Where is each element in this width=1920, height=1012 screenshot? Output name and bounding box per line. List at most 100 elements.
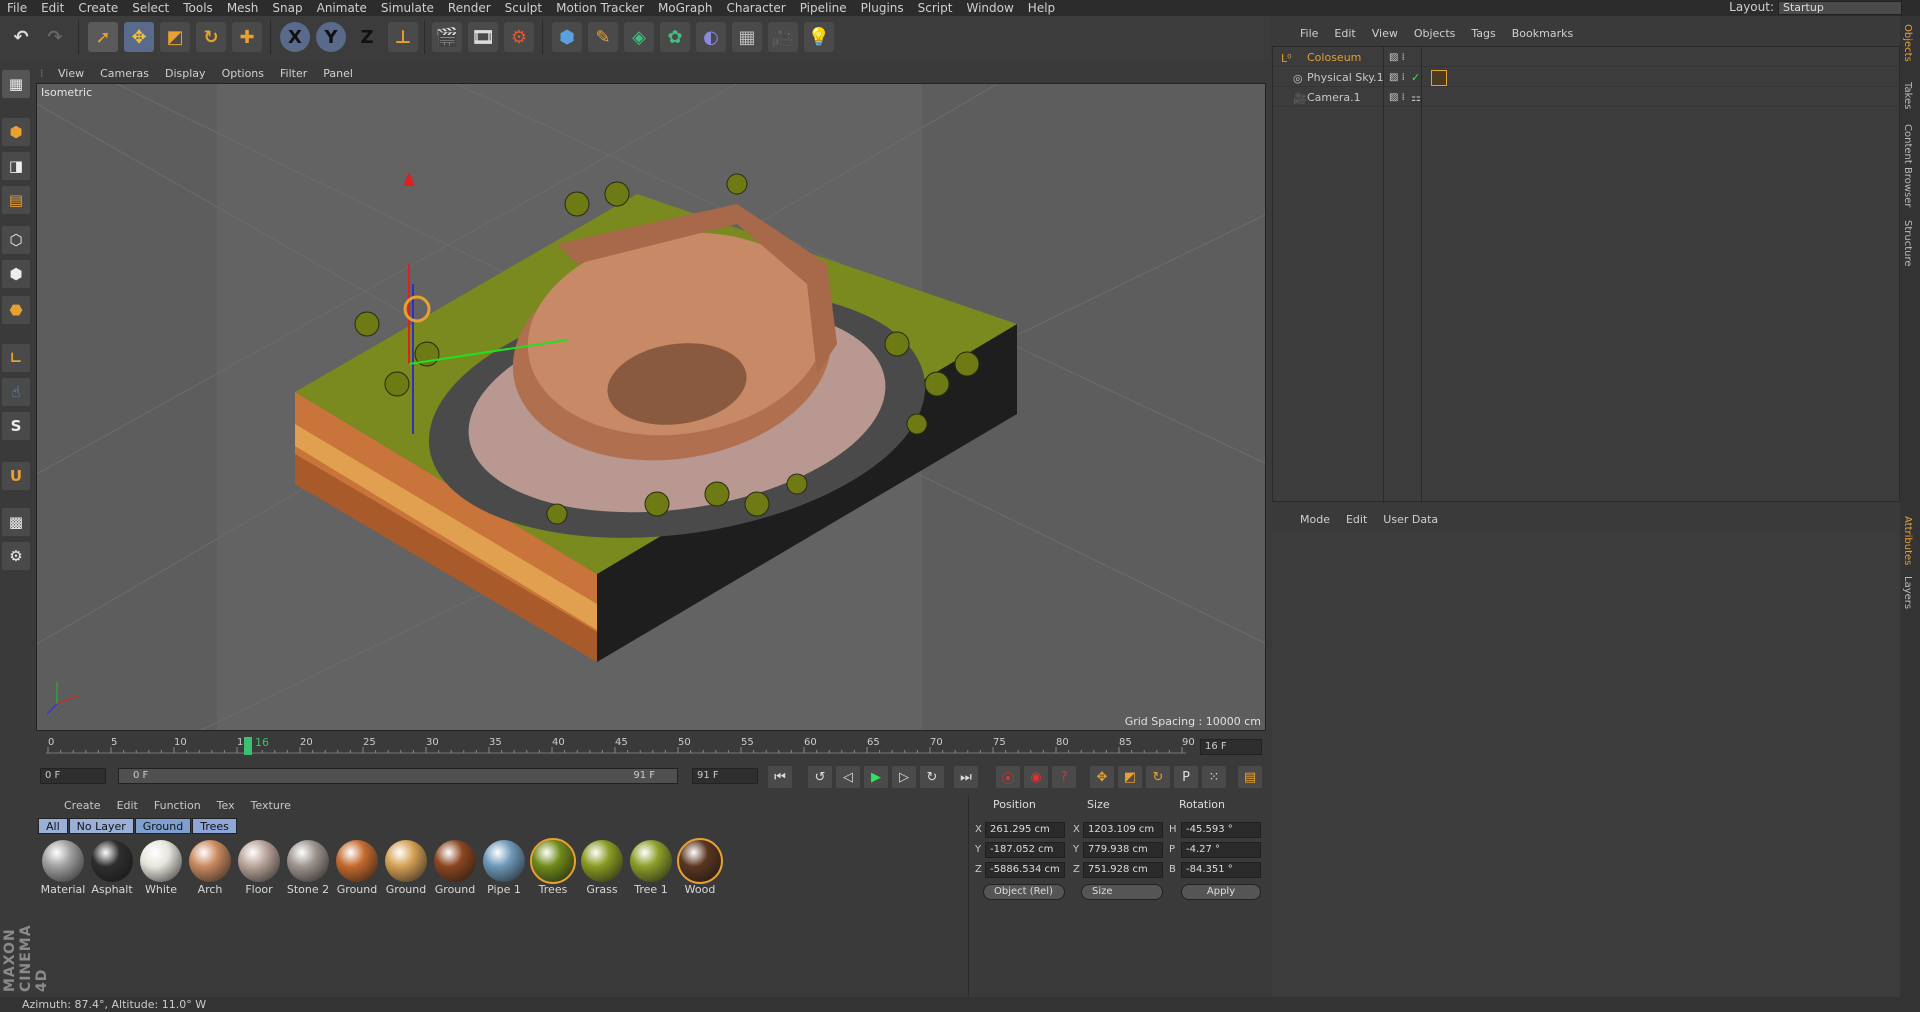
size-y-field[interactable]: 779.938 cm	[1083, 842, 1163, 858]
next-frame-icon[interactable]: ▷	[892, 766, 916, 788]
start-frame-field[interactable]: 0 F	[40, 768, 106, 784]
snap-icon[interactable]: U	[2, 462, 30, 490]
material-filter-trees[interactable]: Trees	[192, 818, 237, 834]
material-swatch[interactable]: Grass	[579, 838, 625, 898]
undo-icon[interactable]: ↶	[6, 22, 36, 52]
sky-tag-icon[interactable]	[1431, 70, 1447, 86]
material-menu-edit[interactable]: Edit	[109, 799, 146, 812]
object-menu-objects[interactable]: Objects	[1406, 27, 1464, 40]
material-swatch[interactable]: Asphalt	[89, 838, 135, 898]
object-name[interactable]: Coloseum	[1307, 51, 1361, 64]
size-mode-dropdown[interactable]: Size	[1081, 884, 1163, 900]
rotation-b-field[interactable]: -84.351 °	[1181, 862, 1261, 878]
key-rotation-icon[interactable]: ↻	[1146, 766, 1170, 788]
key-parameter-icon[interactable]: P	[1174, 766, 1198, 788]
subdivision-icon[interactable]: ◈	[624, 22, 654, 52]
menu-tools[interactable]: Tools	[176, 1, 220, 15]
object-menu-bookmarks[interactable]: Bookmarks	[1504, 27, 1581, 40]
dock-tab-structure[interactable]: Structure	[1902, 220, 1913, 267]
material-swatch[interactable]: Trees	[530, 838, 576, 898]
dock-tab-takes[interactable]: Takes	[1902, 82, 1913, 109]
y-axis-icon[interactable]: Y	[316, 22, 346, 52]
menu-motion-tracker[interactable]: Motion Tracker	[549, 1, 651, 15]
viewport-menu-view[interactable]: View	[50, 67, 92, 80]
object-name[interactable]: Camera.1	[1307, 91, 1361, 104]
menu-file[interactable]: File	[0, 1, 34, 15]
edges-mode-icon[interactable]: ⬢	[2, 260, 30, 288]
dock-tab-objects[interactable]: Objects	[1902, 24, 1913, 62]
layout-select[interactable]: Startup	[1778, 1, 1902, 15]
timeline-window-icon[interactable]: ▤	[1238, 766, 1262, 788]
material-swatch[interactable]: Tree 1	[628, 838, 674, 898]
viewport-menu-options[interactable]: Options	[214, 67, 272, 80]
attribute-menu-user-data[interactable]: User Data	[1375, 513, 1446, 526]
material-filter-ground[interactable]: Ground	[134, 818, 192, 834]
render-view-icon[interactable]: 🎬	[432, 22, 462, 52]
tweak-mode-icon[interactable]: ☝	[2, 378, 30, 406]
key-position-icon[interactable]: ✥	[1090, 766, 1114, 788]
go-to-start-icon[interactable]: ⏮	[768, 766, 792, 788]
menu-pipeline[interactable]: Pipeline	[793, 1, 854, 15]
visibility-icon[interactable]: ▨ ⁞	[1389, 52, 1405, 63]
material-menu-texture[interactable]: Texture	[243, 799, 299, 812]
menu-mesh[interactable]: Mesh	[220, 1, 266, 15]
menu-sculpt[interactable]: Sculpt	[498, 1, 549, 15]
live-select-icon[interactable]: ➚	[88, 22, 118, 52]
z-axis-icon[interactable]: Z	[352, 22, 382, 52]
scale-icon[interactable]: ◩	[160, 22, 190, 52]
material-swatch[interactable]: Wood	[677, 838, 723, 898]
range-slider[interactable]: 0 F 91 F	[118, 768, 678, 784]
material-swatch[interactable]: Material	[40, 838, 86, 898]
material-filter-all[interactable]: All	[38, 818, 68, 834]
points-mode-icon[interactable]: ⬡	[2, 226, 30, 254]
viewport-menu-panel[interactable]: Panel	[315, 67, 361, 80]
render-picture-viewer-icon[interactable]: 🎞	[468, 22, 498, 52]
polygons-mode-icon[interactable]: ⬣	[2, 296, 30, 324]
object-row-camera[interactable]: 🎥 Camera.1 ▨ ⁞ ⚏	[1273, 89, 1900, 107]
menu-window[interactable]: Window	[959, 1, 1020, 15]
previous-frame-icon[interactable]: ◁	[836, 766, 860, 788]
end-frame-field[interactable]: 91 F	[692, 768, 758, 784]
rotation-p-field[interactable]: -4.27 °	[1181, 842, 1261, 858]
workplane-icon[interactable]: ▤	[2, 186, 30, 214]
object-name[interactable]: Physical Sky.1	[1307, 71, 1384, 84]
menu-select[interactable]: Select	[125, 1, 176, 15]
material-menu-tex[interactable]: Tex	[209, 799, 243, 812]
apply-button[interactable]: Apply	[1181, 884, 1261, 900]
next-key-icon[interactable]: ↻	[920, 766, 944, 788]
object-menu-edit[interactable]: Edit	[1326, 27, 1363, 40]
add-icon[interactable]: ✚	[232, 22, 262, 52]
rotate-icon[interactable]: ↻	[196, 22, 226, 52]
size-x-field[interactable]: 1203.109 cm	[1083, 822, 1163, 838]
light-icon[interactable]: 💡	[804, 22, 834, 52]
make-editable-icon[interactable]: ▦	[2, 70, 30, 98]
lock-workplane-icon[interactable]: ▩	[2, 508, 30, 536]
menu-animate[interactable]: Animate	[310, 1, 374, 15]
record-active-icon[interactable]: ⦿	[996, 766, 1020, 788]
menu-plugins[interactable]: Plugins	[854, 1, 911, 15]
cube-icon[interactable]: ⬢	[552, 22, 582, 52]
menu-edit[interactable]: Edit	[34, 1, 71, 15]
dock-tab-layers[interactable]: Layers	[1902, 576, 1913, 609]
planar-workplane-icon[interactable]: ⚙	[2, 542, 30, 570]
dock-tab-content-browser[interactable]: Content Browser	[1902, 124, 1913, 207]
move-icon[interactable]: ✥	[124, 22, 154, 52]
coordinate-mode-dropdown[interactable]: Object (Rel)	[983, 884, 1065, 900]
keyframe-selection-icon[interactable]: ?	[1052, 766, 1076, 788]
position-y-field[interactable]: -187.052 cm	[985, 842, 1065, 858]
menu-simulate[interactable]: Simulate	[374, 1, 441, 15]
autokey-icon[interactable]: ◉	[1024, 766, 1048, 788]
deformer-icon[interactable]: ◐	[696, 22, 726, 52]
pen-icon[interactable]: ✎	[588, 22, 618, 52]
checkmark-icon[interactable]: ✓	[1411, 71, 1420, 84]
material-menu-function[interactable]: Function	[146, 799, 209, 812]
solo-icon[interactable]: S	[2, 412, 30, 440]
viewport-menu-cameras[interactable]: Cameras	[92, 67, 157, 80]
menu-character[interactable]: Character	[719, 1, 792, 15]
fps-field[interactable]: 16 F	[1200, 739, 1262, 755]
object-row-physical-sky[interactable]: ◎ Physical Sky.1 ▨ ⁞ ✓	[1273, 69, 1900, 87]
rotation-h-field[interactable]: -45.593 °	[1181, 822, 1261, 838]
viewport-camera-label[interactable]: Isometric	[41, 86, 92, 99]
material-swatch[interactable]: Stone 2	[285, 838, 331, 898]
material-swatch[interactable]: Floor	[236, 838, 282, 898]
